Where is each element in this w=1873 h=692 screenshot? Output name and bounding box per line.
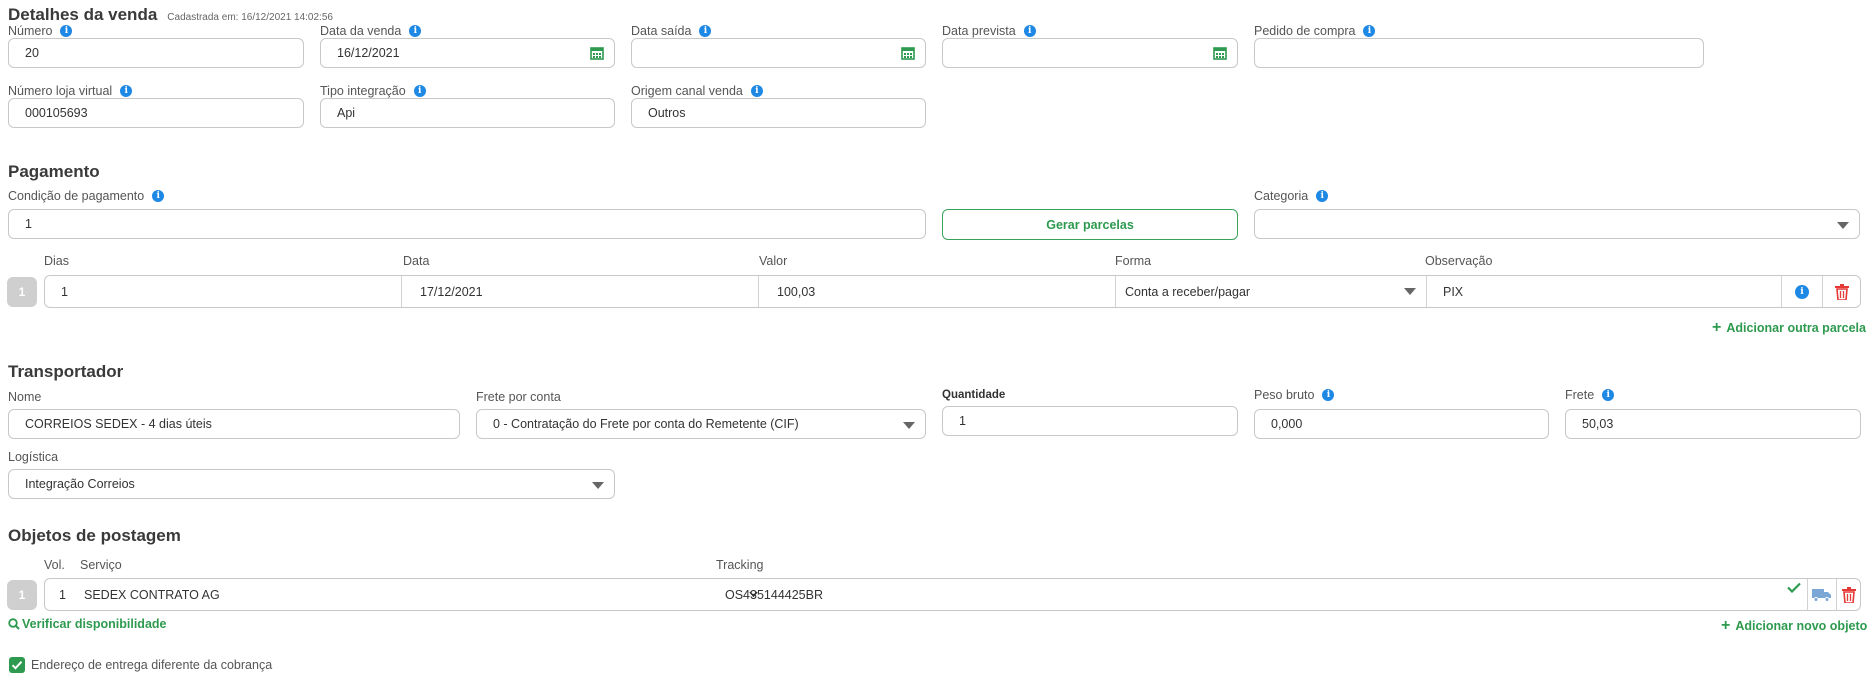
condicao-input[interactable]: 1 bbox=[8, 209, 926, 239]
peso-bruto-input[interactable]: 0,000 bbox=[1254, 409, 1549, 439]
numero-label: Número i bbox=[8, 24, 73, 38]
check-icon bbox=[11, 661, 23, 670]
info-icon[interactable]: i bbox=[750, 85, 763, 97]
detalhes-title-text: Detalhes da venda bbox=[8, 5, 158, 24]
frete-label: Frete i bbox=[1565, 388, 1615, 402]
parcela-observacao-input[interactable]: PIX bbox=[1427, 276, 1781, 307]
endereco-diferente-checkbox[interactable] bbox=[9, 657, 25, 673]
col-dias: Dias bbox=[44, 254, 70, 268]
col-servico: Serviço bbox=[80, 558, 122, 572]
section-title-detalhes: Detalhes da venda Cadastrada em: 16/12/20… bbox=[8, 5, 333, 25]
col-tracking: Tracking bbox=[716, 558, 764, 572]
col-valor: Valor bbox=[759, 254, 788, 268]
chevron-down-icon bbox=[592, 482, 604, 489]
col-forma: Forma bbox=[1115, 254, 1152, 268]
parcela-delete-button[interactable] bbox=[1823, 276, 1861, 307]
calendar-icon[interactable] bbox=[1213, 46, 1227, 60]
peso-bruto-label: Peso bruto i bbox=[1254, 388, 1335, 402]
parcela-row: 1 17/12/2021 100,03 Conta a receber/paga… bbox=[44, 275, 1861, 308]
info-icon[interactable]: i bbox=[699, 25, 712, 37]
objeto-row: 1 SEDEX CONTRATO AG OS435144425BR bbox=[44, 578, 1861, 611]
parcela-number: 1 bbox=[7, 277, 37, 307]
frete-conta-label: Frete por conta bbox=[476, 390, 561, 404]
quantidade-input[interactable]: 1 bbox=[942, 406, 1238, 436]
parcela-info-button[interactable]: i bbox=[1782, 276, 1822, 307]
nome-label: Nome bbox=[8, 390, 42, 404]
info-icon[interactable]: i bbox=[413, 85, 426, 97]
pedido-compra-input[interactable] bbox=[1254, 38, 1704, 68]
plus-icon: + bbox=[1721, 617, 1731, 634]
endereco-diferente-label: Endereço de entrega diferente da cobranç… bbox=[31, 658, 273, 672]
loja-virtual-label: Número loja virtual i bbox=[8, 84, 133, 98]
info-icon[interactable]: i bbox=[409, 25, 422, 37]
data-prevista-input[interactable] bbox=[942, 38, 1238, 68]
cadastrada-note: Cadastrada em: 16/12/2021 14:02:56 bbox=[167, 12, 333, 23]
tipo-integracao-input[interactable]: Api bbox=[320, 98, 615, 128]
chevron-down-icon bbox=[1837, 222, 1849, 229]
objeto-delete-button[interactable] bbox=[1837, 579, 1861, 610]
objeto-vol-input[interactable]: 1 bbox=[59, 579, 79, 610]
logistica-label: Logística bbox=[8, 450, 59, 464]
objeto-frete-button[interactable] bbox=[1808, 579, 1836, 610]
tipo-integracao-label: Tipo integração i bbox=[320, 84, 426, 98]
categoria-select[interactable] bbox=[1254, 209, 1860, 239]
col-data: Data bbox=[403, 254, 430, 268]
frete-conta-select[interactable]: 0 - Contratação do Frete por conta do Re… bbox=[476, 409, 926, 439]
section-title-transportador: Transportador bbox=[8, 362, 124, 381]
origem-canal-label: Origem canal venda i bbox=[631, 84, 763, 98]
pedido-compra-label: Pedido de compra i bbox=[1254, 24, 1376, 38]
objeto-number: 1 bbox=[7, 580, 37, 610]
col-observacao: Observação bbox=[1425, 254, 1493, 268]
logistica-select[interactable]: Integração Correios bbox=[8, 469, 615, 499]
quantidade-label: Quantidade bbox=[942, 389, 1006, 401]
check-icon bbox=[1787, 582, 1801, 593]
calendar-icon[interactable] bbox=[590, 46, 604, 60]
condicao-label: Condição de pagamento i bbox=[8, 189, 165, 203]
parcela-valor-input[interactable]: 100,03 bbox=[759, 276, 1115, 307]
adicionar-objeto-link[interactable]: + Adicionar novo objeto bbox=[1721, 617, 1867, 635]
section-title-objetos: Objetos de postagem bbox=[8, 526, 181, 545]
frete-input[interactable]: 50,03 bbox=[1565, 409, 1861, 439]
numero-input[interactable]: 20 bbox=[8, 38, 304, 68]
info-icon[interactable]: i bbox=[1316, 190, 1329, 202]
col-vol: Vol. bbox=[44, 558, 65, 572]
info-icon[interactable]: i bbox=[1322, 389, 1335, 401]
data-venda-label: Data da venda i bbox=[320, 24, 422, 38]
info-icon[interactable]: i bbox=[60, 25, 73, 37]
section-title-pagamento: Pagamento bbox=[8, 162, 100, 181]
chevron-down-icon bbox=[903, 422, 915, 429]
adicionar-parcela-link[interactable]: + Adicionar outra parcela bbox=[1712, 319, 1866, 337]
trash-icon bbox=[1835, 283, 1849, 300]
info-icon[interactable]: i bbox=[1023, 25, 1036, 37]
info-icon[interactable]: i bbox=[1363, 25, 1376, 37]
gerar-parcelas-button[interactable]: Gerar parcelas bbox=[942, 209, 1238, 240]
nome-transportador-input[interactable]: CORREIOS SEDEX - 4 dias úteis bbox=[8, 409, 460, 439]
loja-virtual-input[interactable]: 000105693 bbox=[8, 98, 304, 128]
info-icon[interactable]: i bbox=[152, 190, 165, 202]
data-saida-input[interactable] bbox=[631, 38, 926, 68]
data-saida-label: Data saída i bbox=[631, 24, 712, 38]
truck-icon bbox=[1812, 588, 1831, 602]
calendar-icon[interactable] bbox=[901, 46, 915, 60]
verificar-disponibilidade-link[interactable]: Verificar disponibilidade bbox=[8, 617, 166, 631]
data-venda-input[interactable]: 16/12/2021 bbox=[320, 38, 615, 68]
parcela-data-input[interactable]: 17/12/2021 bbox=[402, 276, 758, 307]
objeto-tracking-input[interactable]: OS435144425BR bbox=[725, 579, 1525, 610]
chevron-down-icon bbox=[1404, 288, 1416, 295]
search-icon bbox=[8, 618, 20, 630]
info-icon[interactable]: i bbox=[120, 85, 133, 97]
parcela-dias-input[interactable]: 1 bbox=[61, 276, 401, 307]
objeto-servico-select[interactable]: SEDEX CONTRATO AG bbox=[84, 579, 762, 610]
info-icon[interactable]: i bbox=[1602, 389, 1615, 401]
info-icon: i bbox=[1795, 284, 1809, 299]
data-prevista-label: Data prevista i bbox=[942, 24, 1036, 38]
categoria-label: Categoria i bbox=[1254, 189, 1329, 203]
origem-canal-input[interactable]: Outros bbox=[631, 98, 926, 128]
trash-icon bbox=[1842, 586, 1856, 603]
parcela-forma-select[interactable]: Conta a receber/pagar bbox=[1116, 276, 1426, 307]
plus-icon: + bbox=[1712, 319, 1722, 336]
